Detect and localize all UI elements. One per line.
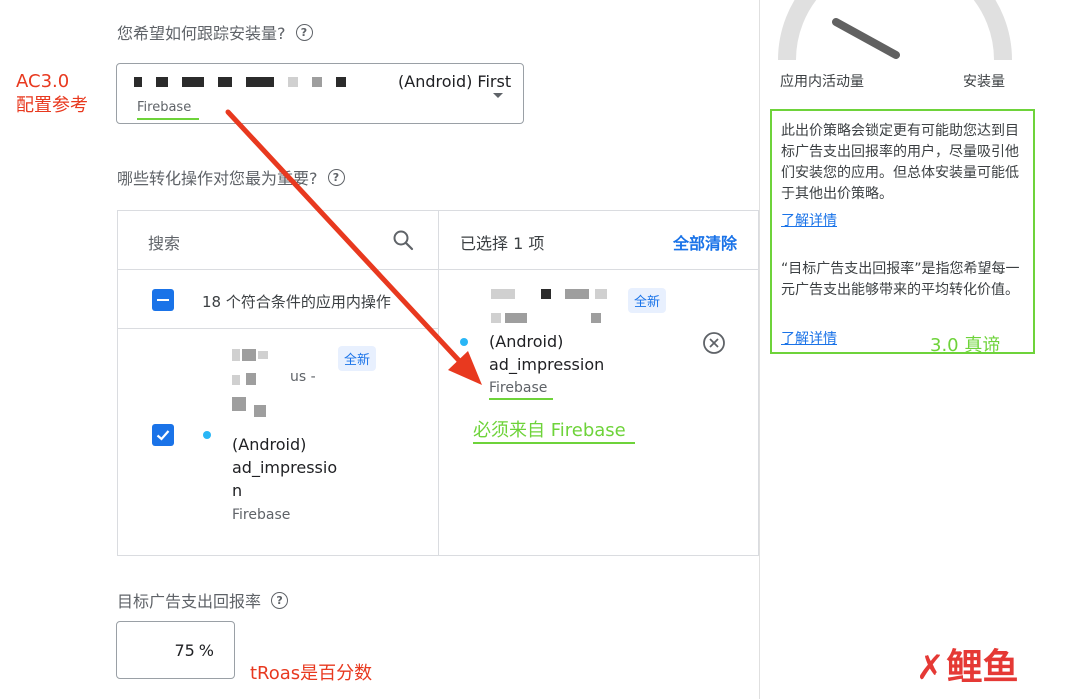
app-name: (Android) First: [398, 72, 512, 91]
selected-item-source: Firebase: [489, 380, 548, 396]
tracking-question: 您希望如何跟踪安装量? ?: [117, 20, 313, 44]
picker-divider: [438, 211, 439, 555]
learn-more-link-1[interactable]: 了解详情: [781, 210, 837, 230]
item-name-event1: ad_impressio: [232, 458, 338, 477]
annotation-troas-percent: tRoas是百分数: [250, 663, 373, 684]
item-source: Firebase: [232, 507, 291, 523]
picker-header-divider-right: [439, 269, 759, 270]
minus-icon: [157, 298, 169, 302]
help-icon[interactable]: ?: [295, 23, 313, 41]
selected-item-name: (Android) ad_impression: [489, 330, 604, 376]
group-label: 18 个符合条件的应用内操作: [202, 293, 391, 311]
selected-item-android: (Android): [489, 332, 564, 351]
help-icon[interactable]: ?: [327, 168, 345, 186]
conversion-picker: 搜索 已选择 1 项 全部清除 18 个符合条件的应用内操作 us - 全新 (…: [117, 210, 759, 556]
annotation-ac30-line1: AC3.0: [16, 71, 70, 92]
annotation-ac30-line2: 配置参考: [16, 95, 88, 116]
item-name-android: (Android): [232, 435, 307, 454]
info-text-1: 此出价策略会锁定更有可能助您达到目标广告支出回报率的用户，尽量吸引他们安装您的应…: [781, 123, 1019, 202]
search-icon[interactable]: [391, 228, 415, 252]
watermark: ✗ 鲤鱼: [916, 647, 1019, 689]
annotation-firebase-required: 必须来自 Firebase: [473, 420, 626, 441]
right-panel-divider: [759, 0, 760, 699]
picker-group-divider: [118, 328, 438, 329]
status-dot: [460, 338, 468, 346]
troas-label-text: 目标广告支出回报率: [117, 592, 262, 611]
selected-item-source-underline: [489, 398, 553, 400]
selected-item-event: ad_impression: [489, 355, 605, 374]
item-name: (Android) ad_impressio n: [232, 433, 337, 502]
gauge-needle: [832, 18, 900, 59]
app-select[interactable]: (Android) First Firebase: [116, 63, 524, 124]
remove-icon[interactable]: [702, 331, 726, 355]
dropdown-arrow-icon[interactable]: [493, 93, 503, 98]
app-source: Firebase: [137, 100, 192, 115]
learn-more-link-2[interactable]: 了解详情: [781, 328, 837, 348]
app-source-underline: [137, 118, 199, 120]
info-box: 此出价策略会锁定更有可能助您达到目标广告支出回报率的用户，尽量吸引他们安装您的应…: [770, 109, 1035, 356]
watermark-logo-icon: ✗: [916, 648, 945, 688]
new-badge: 全新: [628, 288, 667, 313]
annotation-truth: 3.0 真谛: [930, 335, 1001, 356]
new-badge: 全新: [338, 346, 377, 371]
search-input[interactable]: 搜索: [148, 230, 180, 254]
check-icon: [156, 430, 170, 441]
annotation-firebase-underline: [473, 442, 635, 444]
group-checkbox[interactable]: [152, 289, 174, 311]
item-line-us: us -: [290, 369, 316, 385]
strategy-gauge: [778, 0, 1012, 61]
picker-header-divider: [118, 269, 438, 270]
selected-count: 已选择 1 项: [460, 234, 545, 253]
clear-all-button[interactable]: 全部清除: [673, 230, 737, 254]
watermark-text: 鲤鱼: [946, 647, 1019, 688]
troas-unit: %: [198, 640, 214, 660]
app-name-redacted: [134, 77, 346, 87]
gauge-left-label: 应用内活动量: [780, 74, 864, 90]
item-checkbox[interactable]: [152, 424, 174, 446]
troas-label: 目标广告支出回报率 ?: [117, 588, 289, 612]
gauge-right-label: 安装量: [963, 74, 1005, 90]
conversions-question-text: 哪些转化操作对您最为重要?: [117, 169, 318, 188]
troas-input[interactable]: 75 %: [116, 621, 235, 679]
item-name-event2: n: [232, 481, 243, 500]
tracking-question-text: 您希望如何跟踪安装量?: [117, 24, 286, 43]
status-dot: [203, 431, 211, 439]
info-text-2: “目标广告支出回报率”是指您希望每一元广告支出能够带来的平均转化价值。: [781, 261, 1020, 298]
annotation-ac30: AC3.0 配置参考: [16, 70, 88, 118]
conversions-question: 哪些转化操作对您最为重要? ?: [117, 165, 345, 189]
troas-value: 75: [174, 640, 195, 660]
help-icon[interactable]: ?: [271, 591, 289, 609]
